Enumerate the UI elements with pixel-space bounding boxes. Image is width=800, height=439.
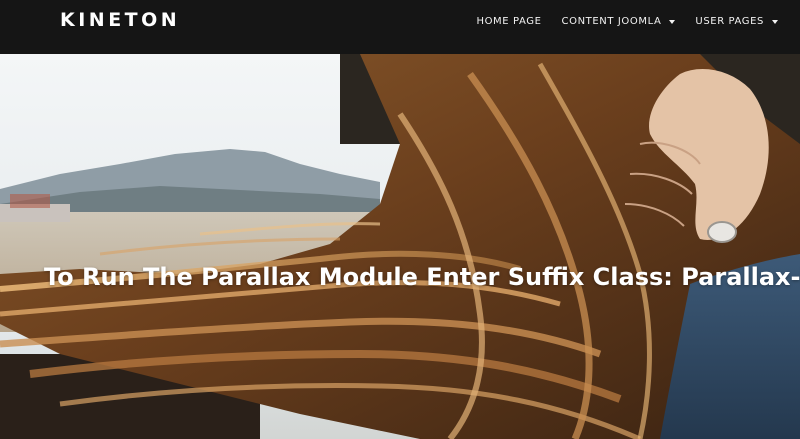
chevron-down-icon [669,20,676,24]
nav-item-home-page[interactable]: HOME PAGE [476,16,541,27]
site-logo[interactable]: KINETON [60,9,180,31]
hero-image [0,54,800,439]
nav-item-content-joomla[interactable]: CONTENT JOOMLA [562,16,676,27]
site-header: KINETON HOME PAGE CONTENT JOOMLA USER PA… [0,0,800,54]
nav-item-label: USER PAGES [695,15,764,27]
nav-item-label: CONTENT JOOMLA [561,15,662,27]
main-nav: HOME PAGE CONTENT JOOMLA USER PAGES [476,0,800,42]
chevron-down-icon [772,20,778,24]
parallax-module-title: To Run The Parallax Module Enter Suffix … [44,263,800,291]
parallax-hero: To Run The Parallax Module Enter Suffix … [0,54,800,439]
page: KINETON HOME PAGE CONTENT JOOMLA USER PA… [0,0,800,439]
nav-item-label: HOME PAGE [476,15,542,27]
nav-item-user-pages[interactable]: USER PAGES [695,16,778,27]
